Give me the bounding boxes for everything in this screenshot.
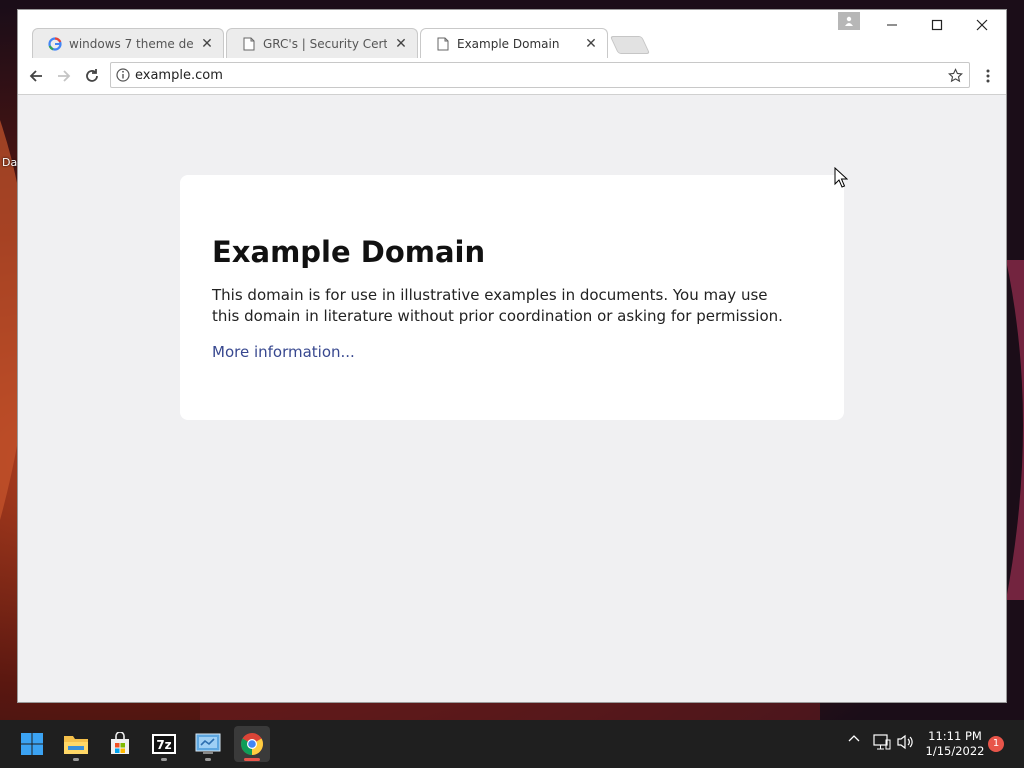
new-tab-button[interactable] xyxy=(609,36,651,54)
taskbar: 7z 11:11 PM 1/15/2022 1 xyxy=(0,720,1024,768)
tab-strip: windows 7 theme deviantart ✕ GRC's | Sec… xyxy=(18,10,1006,58)
tab-grc-security-certificate[interactable]: GRC's | Security Certificate ✕ xyxy=(226,28,418,58)
page-icon xyxy=(241,36,257,52)
file-explorer-button[interactable] xyxy=(58,726,94,762)
store-button[interactable] xyxy=(102,726,138,762)
url-input[interactable] xyxy=(135,64,941,86)
reload-button[interactable] xyxy=(80,64,104,88)
show-hidden-icons-button[interactable] xyxy=(846,734,862,742)
clock[interactable]: 11:11 PM 1/15/2022 xyxy=(920,729,990,759)
tab-title: windows 7 theme deviantart xyxy=(69,36,193,51)
mouse-cursor-icon xyxy=(834,167,848,188)
browser-window: windows 7 theme deviantart ✕ GRC's | Sec… xyxy=(18,10,1006,702)
reload-icon xyxy=(86,69,98,82)
network-icon xyxy=(873,734,891,750)
store-icon xyxy=(111,732,129,754)
close-icon[interactable]: ✕ xyxy=(583,36,599,52)
start-icon xyxy=(21,733,43,755)
arrow-left-icon xyxy=(29,70,42,82)
speaker-icon xyxy=(897,734,913,750)
forward-button[interactable] xyxy=(52,64,76,88)
volume-button[interactable] xyxy=(896,734,916,750)
close-window-button[interactable] xyxy=(959,10,1005,40)
google-g-icon xyxy=(47,36,63,52)
control-panel-icon xyxy=(195,733,221,754)
7zip-button[interactable]: 7z xyxy=(146,726,182,762)
start-button[interactable] xyxy=(14,726,50,762)
tab-windows-7-theme[interactable]: windows 7 theme deviantart ✕ xyxy=(32,28,224,58)
content-card: Example Domain This domain is for use in… xyxy=(180,175,844,420)
page-title: Example Domain xyxy=(212,235,486,269)
clock-date: 1/15/2022 xyxy=(925,744,985,758)
page-icon xyxy=(435,36,451,52)
more-information-link[interactable]: More information... xyxy=(212,343,812,361)
close-icon[interactable]: ✕ xyxy=(393,36,409,52)
chevron-up-icon xyxy=(848,735,860,742)
desktop-icon-label[interactable]: Da xyxy=(2,156,17,169)
address-bar[interactable] xyxy=(110,62,970,88)
chrome-icon xyxy=(241,733,263,755)
chrome-button[interactable] xyxy=(234,726,270,762)
7zip-icon: 7z xyxy=(152,734,176,754)
page-description: This domain is for use in illustrative e… xyxy=(212,286,783,325)
tab-title: Example Domain xyxy=(457,36,560,51)
file-explorer-icon xyxy=(64,736,88,754)
kebab-menu-icon xyxy=(986,69,990,83)
tab-title: GRC's | Security Certificate xyxy=(263,36,387,51)
back-button[interactable] xyxy=(24,64,48,88)
arrow-right-icon xyxy=(58,70,71,82)
bookmark-star-icon[interactable] xyxy=(941,67,969,83)
page-viewport: Example Domain This domain is for use in… xyxy=(18,95,1006,702)
browser-toolbar xyxy=(18,58,1006,95)
minimize-button[interactable] xyxy=(869,10,915,40)
menu-button[interactable] xyxy=(978,64,998,88)
profile-icon[interactable] xyxy=(838,12,860,30)
info-icon[interactable] xyxy=(111,68,135,82)
notification-badge[interactable]: 1 xyxy=(988,736,1004,752)
7zip-label: 7z xyxy=(156,738,171,752)
clock-time: 11:11 PM xyxy=(928,729,982,743)
close-icon[interactable]: ✕ xyxy=(199,36,215,52)
network-button[interactable] xyxy=(872,734,892,750)
control-panel-button[interactable] xyxy=(190,726,226,762)
tab-example-domain[interactable]: Example Domain ✕ xyxy=(420,28,608,58)
maximize-button[interactable] xyxy=(914,10,960,40)
